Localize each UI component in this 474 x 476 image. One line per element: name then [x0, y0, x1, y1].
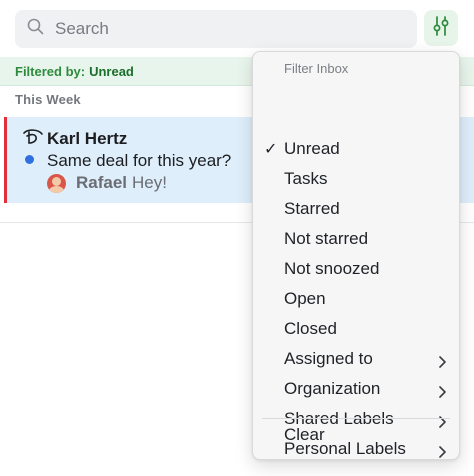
- menu-item-unread[interactable]: ✓ Unread: [253, 135, 459, 163]
- menu-item-clear[interactable]: Clear: [253, 425, 459, 453]
- menu-item-label: Starred: [284, 199, 340, 218]
- menu-item-organization[interactable]: Organization: [253, 375, 459, 403]
- menu-item-not-starred[interactable]: Not starred: [253, 225, 459, 253]
- preview-text: Hey!: [132, 173, 167, 192]
- search-input[interactable]: [55, 19, 375, 39]
- conversation-subject: Same deal for this year?: [47, 151, 232, 170]
- filter-prefix: Filtered by:: [15, 63, 86, 79]
- menu-item-label: Open: [284, 289, 326, 308]
- filter-menu: Filter Inbox ✓ Unread Tasks Starred Not …: [252, 51, 460, 460]
- menu-item-label: Not starred: [284, 229, 369, 248]
- menu-item-label: Tasks: [284, 169, 328, 188]
- menu-item-label: Unread: [284, 139, 340, 158]
- section-title: This Week: [15, 92, 81, 107]
- conversation-sender: Karl Hertz: [47, 129, 128, 148]
- menu-item-tasks[interactable]: Tasks: [253, 165, 459, 193]
- preview-author: Rafael: [76, 173, 128, 192]
- inbox-app: Filtered by: Unread This Week Karl Hertz…: [0, 0, 474, 476]
- menu-item-label: Assigned to: [284, 349, 373, 368]
- menu-item-not-snoozed[interactable]: Not snoozed: [253, 255, 459, 283]
- check-icon: ✓: [264, 141, 278, 158]
- filter-value: Unread: [89, 63, 134, 79]
- menu-item-label: Clear: [284, 425, 325, 444]
- filter-button[interactable]: [424, 10, 458, 46]
- menu-item-starred[interactable]: Starred: [253, 195, 459, 223]
- unread-dot: [25, 155, 34, 164]
- menu-item-closed[interactable]: Closed: [253, 315, 459, 343]
- menu-title: Filter Inbox: [284, 61, 349, 76]
- search-bar[interactable]: [15, 10, 417, 48]
- menu-item-label: Not snoozed: [284, 259, 380, 278]
- menu-item-label: Closed: [284, 319, 337, 338]
- disney-logo-icon: [22, 128, 44, 146]
- chevron-right-icon: [438, 383, 447, 398]
- menu-item-open[interactable]: Open: [253, 285, 459, 313]
- menu-divider: [262, 418, 450, 419]
- menu-item-assigned-to[interactable]: Assigned to: [253, 345, 459, 373]
- chevron-right-icon: [438, 413, 447, 428]
- sliders-icon: [431, 15, 451, 42]
- menu-item-label: Organization: [284, 379, 381, 398]
- chevron-right-icon: [438, 353, 447, 368]
- avatar: [47, 174, 66, 193]
- priority-bar: [4, 117, 7, 203]
- search-icon: [27, 18, 44, 40]
